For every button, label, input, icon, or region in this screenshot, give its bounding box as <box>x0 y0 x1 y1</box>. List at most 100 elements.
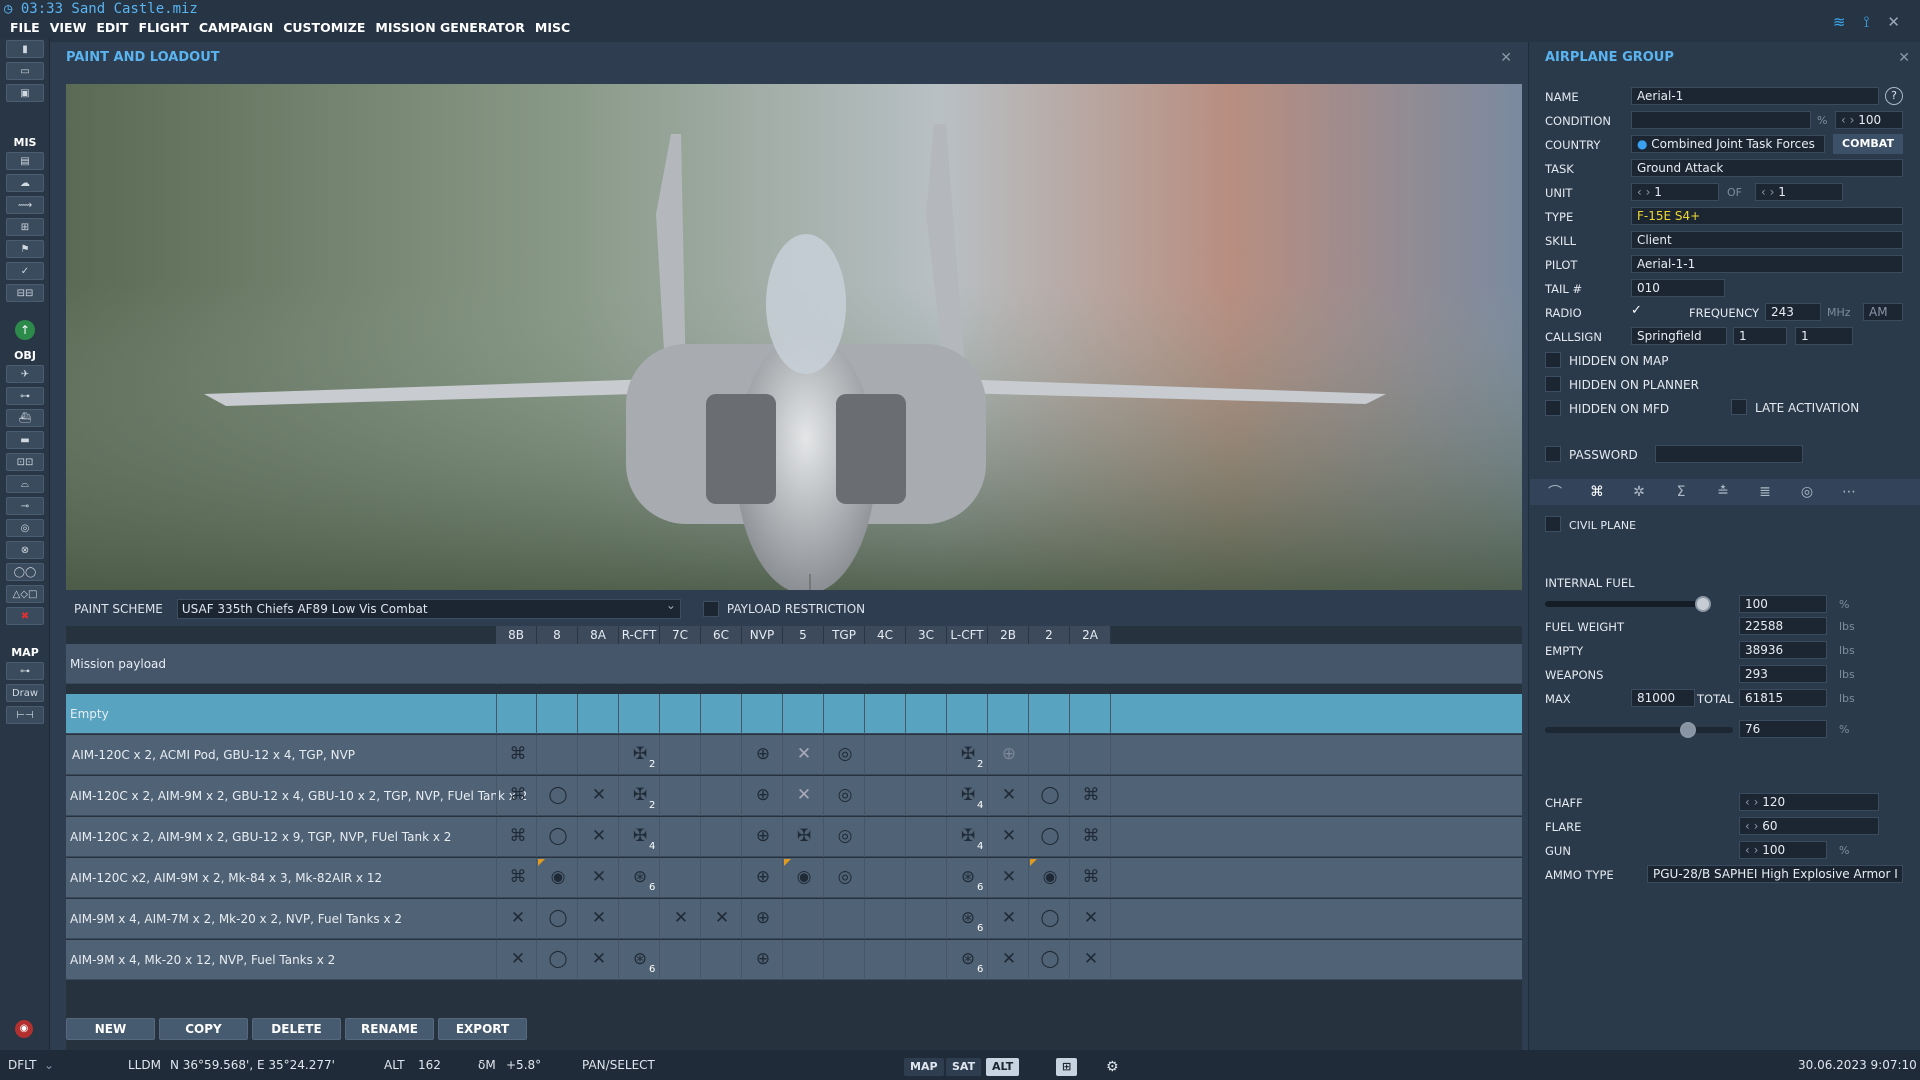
password-input[interactable] <box>1655 445 1803 463</box>
menu-campaign[interactable]: CAMPAIGN <box>199 20 273 35</box>
hidden-on-mfd-checkbox[interactable] <box>1545 400 1561 416</box>
paint-scheme-select[interactable]: USAF 335th Chiefs AF89 Low Vis Combat <box>176 598 681 619</box>
internal-fuel-input[interactable]: 100 <box>1739 595 1827 613</box>
callsign-number-2[interactable]: 1 <box>1795 327 1853 345</box>
callsign-select[interactable]: Springfield <box>1631 327 1727 345</box>
loadout-row[interactable]: Empty <box>66 694 1522 734</box>
menu-mission-generator[interactable]: MISSION GENERATOR <box>375 20 525 35</box>
target-icon[interactable]: ⊞ <box>6 218 44 236</box>
menu-misc[interactable]: MISC <box>535 20 570 35</box>
chaff-stepper[interactable]: ‹ › 120 <box>1739 793 1879 811</box>
condition-bar[interactable] <box>1631 111 1811 129</box>
password-checkbox[interactable] <box>1545 446 1561 462</box>
open-folder-icon[interactable]: ▭ <box>6 62 44 80</box>
menu-flight[interactable]: FLIGHT <box>138 20 188 35</box>
datalink-tab-icon[interactable]: ≣ <box>1752 484 1778 500</box>
missile-icon: ✕ <box>1083 949 1099 969</box>
loadout-row[interactable]: AIM-9M x 4, Mk-20 x 12, NVP, Fuel Tanks … <box>66 940 1522 980</box>
hidden-on-planner-checkbox[interactable] <box>1545 376 1561 392</box>
map-view-button[interactable]: MAP <box>904 1058 944 1076</box>
template-icon[interactable]: ⌓ <box>6 475 44 493</box>
unit-stepper[interactable]: ‹ › 1 <box>1631 183 1719 201</box>
type-select[interactable]: F-15E S4+ <box>1631 207 1903 225</box>
new-button[interactable]: NEW <box>66 1018 155 1040</box>
loadout-row[interactable]: AIM-120C x2, AIM-9M x 2, Mk-84 x 3, Mk-8… <box>66 858 1522 898</box>
summary-tab-icon[interactable]: Σ <box>1668 484 1694 500</box>
profile-select[interactable]: DFLT <box>8 1058 37 1072</box>
draw-button[interactable]: Draw <box>6 684 44 702</box>
gun-stepper[interactable]: ‹ › 100 <box>1739 841 1827 859</box>
ammo-type-select[interactable]: PGU-28/B SAPHEI High Explosive Armor I <box>1647 865 1903 883</box>
modulation-select[interactable]: AM <box>1863 303 1903 321</box>
route-icon[interactable]: ⊸ <box>6 497 44 515</box>
payload-restriction-checkbox[interactable] <box>702 601 719 617</box>
drone-tab-icon[interactable]: ✲ <box>1626 484 1652 500</box>
ruler-icon[interactable]: ⊢⊣ <box>6 706 44 724</box>
layers-icon[interactable]: ⊞ <box>1056 1058 1078 1076</box>
trigger-icon[interactable]: ⟿ <box>6 196 44 214</box>
airfield-tab-icon[interactable]: ≛ <box>1710 484 1736 500</box>
shapes-icon[interactable]: △◇□ <box>6 585 44 603</box>
new-file-icon[interactable]: ▮ <box>6 40 44 58</box>
payload-tab-icon[interactable]: ⌘ <box>1584 484 1610 500</box>
task-select[interactable]: Ground Attack <box>1631 159 1903 177</box>
loadout-row[interactable]: AIM-120C x 2, AIM-9M x 2, GBU-12 x 9, TG… <box>66 817 1522 857</box>
unit-of-stepper[interactable]: ‹ › 1 <box>1755 183 1843 201</box>
sequence-icon[interactable]: ⊟⊟ <box>6 284 44 302</box>
flag-icon[interactable]: ⚑ <box>6 240 44 258</box>
group-icon[interactable]: ◯◯ <box>6 563 44 581</box>
menu-customize[interactable]: CUSTOMIZE <box>283 20 365 35</box>
close-icon[interactable]: ✕ <box>1887 13 1900 31</box>
skill-select[interactable]: Client <box>1631 231 1903 249</box>
save-icon[interactable]: ▣ <box>6 84 44 102</box>
rename-button[interactable]: RENAME <box>345 1018 434 1040</box>
radio-checkbox[interactable]: ✓ <box>1631 303 1647 319</box>
settings-icon[interactable]: ⚙ <box>1100 1058 1125 1076</box>
country-select[interactable]: ● Combined Joint Task Forces <box>1631 135 1825 153</box>
flare-stepper[interactable]: ‹ › 60 <box>1739 817 1879 835</box>
frequency-input[interactable]: 243 <box>1765 303 1821 321</box>
check-icon[interactable]: ✓ <box>6 262 44 280</box>
close-icon[interactable]: ✕ <box>1898 50 1910 66</box>
loadout-row[interactable]: AIM-9M x 4, AIM-7M x 2, Mk-20 x 2, NVP, … <box>66 899 1522 939</box>
loadout-row[interactable]: AIM-120C x 2, ACMI Pod, GBU-12 x 4, TGP,… <box>66 735 1522 775</box>
name-input[interactable]: Aerial-1 <box>1631 87 1879 105</box>
menu-file[interactable]: FILE <box>10 20 40 35</box>
airport-icon[interactable]: ⊗ <box>6 541 44 559</box>
late-activation-checkbox[interactable] <box>1731 399 1747 415</box>
helicopter-icon[interactable]: ⊶ <box>6 387 44 405</box>
static-icon[interactable]: ⊡⊡ <box>6 453 44 471</box>
alert-icon[interactable]: ◉ <box>15 1020 33 1038</box>
alt-view-button[interactable]: ALT <box>986 1058 1020 1076</box>
combat-button[interactable]: COMBAT <box>1833 134 1903 154</box>
internal-fuel-slider-knob[interactable] <box>1695 596 1711 612</box>
route-tab-icon[interactable]: ⌒ <box>1542 482 1568 502</box>
more-tab-icon[interactable]: ⋯ <box>1836 484 1862 500</box>
vehicle-icon[interactable]: ▬ <box>6 431 44 449</box>
pilot-input[interactable]: Aerial-1-1 <box>1631 255 1903 273</box>
export-button[interactable]: EXPORT <box>438 1018 527 1040</box>
menu-view[interactable]: VIEW <box>50 20 87 35</box>
up-arrow-icon[interactable]: ↑ <box>15 320 35 340</box>
radio-tab-icon[interactable]: ◎ <box>1794 484 1820 500</box>
callsign-number-1[interactable]: 1 <box>1733 327 1787 345</box>
tail-input[interactable]: 010 <box>1631 279 1725 297</box>
menu-edit[interactable]: EDIT <box>96 20 128 35</box>
weather-icon[interactable]: ☁ <box>6 174 44 192</box>
copy-button[interactable]: COPY <box>159 1018 248 1040</box>
hidden-on-map-checkbox[interactable] <box>1545 352 1561 368</box>
zone-icon[interactable]: ◎ <box>6 519 44 537</box>
sat-view-button[interactable]: SAT <box>946 1058 982 1076</box>
ship-icon[interactable]: ⛴ <box>6 409 44 427</box>
close-icon[interactable]: ✕ <box>1500 50 1512 66</box>
briefing-icon[interactable]: ▤ <box>6 152 44 170</box>
condition-stepper[interactable]: ‹ › 100 <box>1835 111 1903 129</box>
help-icon[interactable]: ? <box>1885 87 1903 105</box>
internal-fuel-slider[interactable] <box>1545 596 1711 612</box>
key-icon[interactable]: ⊶ <box>6 662 44 680</box>
delete-icon[interactable]: ✖ <box>6 607 44 625</box>
civil-plane-checkbox[interactable] <box>1545 516 1561 532</box>
loadout-row[interactable]: AIM-120C x 2, AIM-9M x 2, GBU-12 x 4, GB… <box>66 776 1522 816</box>
plane-icon[interactable]: ✈ <box>6 365 44 383</box>
delete-button[interactable]: DELETE <box>252 1018 341 1040</box>
